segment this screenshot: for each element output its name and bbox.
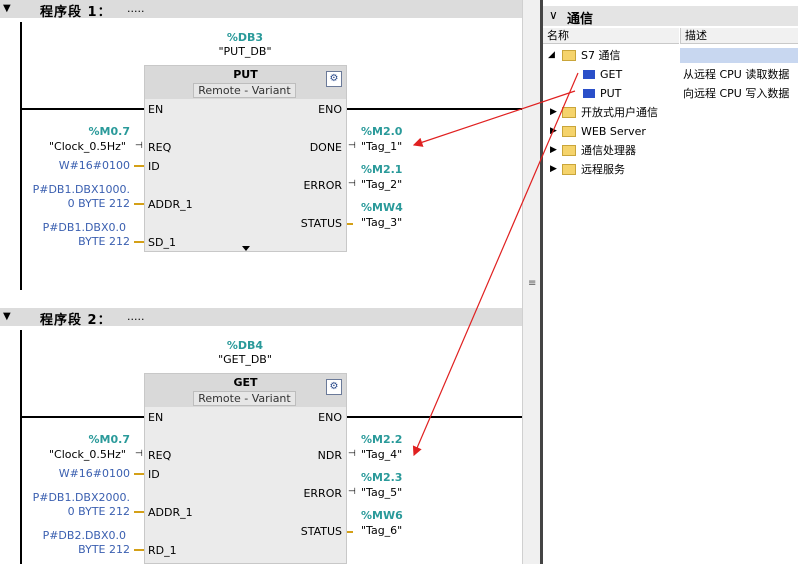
drag-annotation-arrows (412, 72, 579, 457)
arrow-get-to-ndr (412, 72, 579, 457)
